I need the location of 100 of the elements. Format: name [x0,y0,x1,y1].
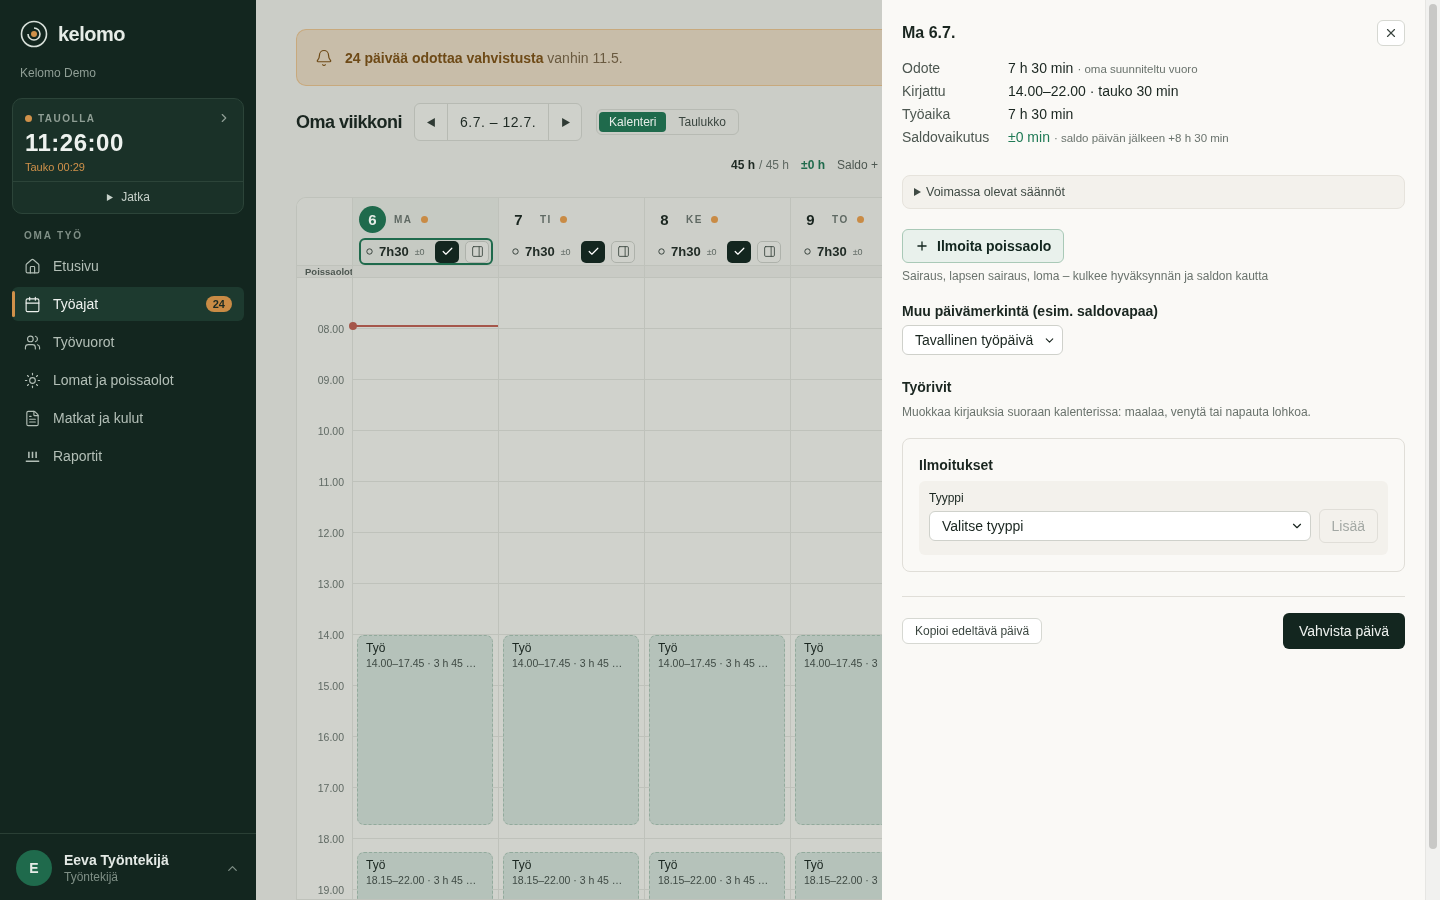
info-value: 7 h 30 min [1008,60,1074,76]
confirm-day-button[interactable] [727,240,751,263]
user-role: Työntekijä [64,870,120,884]
caret-icon [913,188,921,196]
status-dot [710,215,718,223]
weekday-label: TO [832,213,849,225]
work-block[interactable]: Työ 18.15–22.00 · 3 [795,852,882,899]
status-dot [856,215,864,223]
block-title: Työ [366,858,387,872]
logo-icon [20,20,48,48]
report-absence-button[interactable]: Ilmoita poissaolo [902,229,1065,263]
block-title: Työ [804,641,825,655]
open-panel-button[interactable] [757,240,781,263]
day-number: 7 [513,209,524,230]
info-value: 7 h 30 min [1008,106,1074,122]
block-detail: 18.15–22.00 · 3 h 45 … [366,874,478,886]
type-label: Tyyppi [929,491,965,505]
confirm-day-button[interactable] [581,240,605,263]
work-block[interactable]: Työ 14.00–17.45 · 3 [795,635,882,825]
day-mark-label: Muu päivämerkintä (esim. saldovapaa) [902,303,1159,319]
circle-icon [512,248,519,255]
hour-label: 12.00 [316,525,345,541]
work-block[interactable]: Työ 14.00–17.45 · 3 h 45 … [503,635,639,825]
hours-done: 45 h [731,158,755,172]
week-range: 6.7. – 12.7. [447,104,550,140]
day-balance: ±0 [560,246,572,257]
copy-previous-day-button[interactable]: Kopioi edeltävä päivä [902,618,1043,644]
panel-icon [616,245,630,258]
status-dot [25,114,32,122]
block-detail: 14.00–17.45 · 3 h 45 … [658,657,770,669]
block-title: Työ [658,858,679,872]
block-title: Työ [512,858,533,872]
circle-icon [804,248,811,255]
people-icon [24,333,41,351]
day-balance: ±0 [414,246,426,257]
nav-item[interactable]: Lomat ja poissaolot [12,363,244,397]
work-block[interactable]: Työ 18.15–22.00 · 3 h 45 … [649,852,785,899]
nav-item[interactable]: Matkat ja kulut [12,401,244,435]
timer-status: TAUOLLA [38,112,97,124]
weekday-label: TI [540,213,552,225]
scrollbar[interactable] [1425,0,1440,900]
absence-hint: Sairaus, lapsen sairaus, loma – kulkee hyväksynnän ja saldon kautta [902,269,1270,283]
hour-label: 10.00 [316,423,345,439]
section-heading: OMA TYÖ [23,228,84,243]
weekday-label: KE [686,213,703,225]
status-dot [559,215,567,223]
info-label: Työaika [902,106,952,122]
balance-label: Saldo + [837,158,879,172]
plus-icon [915,239,929,253]
type-select[interactable]: Valitse tyyppi [929,511,1311,541]
work-block[interactable]: Työ 14.00–17.45 · 3 h 45 … [357,635,493,825]
info-label: Saldovaikutus [902,129,991,145]
close-icon [1384,26,1398,40]
hour-label: 17.00 [316,780,345,796]
confirm-day-button[interactable] [435,240,459,263]
day-balance: ±0 [706,246,718,257]
work-rows-title: Työrivit [902,379,953,395]
hour-label: 19.00 [316,882,345,898]
block-detail: 18.15–22.00 · 3 [804,874,879,886]
calendar-icon [24,295,41,313]
work-block[interactable]: Työ 18.15–22.00 · 3 h 45 … [357,852,493,899]
block-title: Työ [804,858,825,872]
bar-chart-icon [25,450,40,462]
circle-icon [366,248,373,255]
block-detail: 14.00–17.45 · 3 h 45 … [366,657,478,669]
work-block[interactable]: Työ 18.15–22.00 · 3 h 45 … [503,852,639,899]
nav-item[interactable]: Työajat 24 [12,287,244,321]
nav-item[interactable]: Työvuorot [12,325,244,359]
right-triangle-icon [560,117,570,127]
document-icon [24,409,41,427]
info-value: 14.00–22.00 · tauko 30 min [1008,83,1179,99]
check-icon [732,245,746,258]
nav-item[interactable]: Raportit [12,439,244,473]
close-button[interactable] [1377,20,1405,46]
day-header[interactable]: 6 MA 7h30 ±0 [352,198,498,265]
resume-button[interactable]: Jatka [13,181,243,213]
info-label: Kirjattu [902,83,947,99]
hour-label: 13.00 [316,576,345,592]
view-tab[interactable]: Taulukko [668,112,736,132]
nav-item[interactable]: Etusivu [12,249,244,283]
panel-icon [762,245,776,258]
info-note: · saldo päivän jälkeen +8 h 30 min [1053,132,1229,144]
block-title: Työ [512,641,533,655]
check-icon [586,245,600,258]
day-type-select[interactable]: Tavallinen työpäivä [902,325,1064,355]
day-hours: 7h30 [671,244,701,259]
rules-disclosure[interactable]: Voimassa olevat säännöt [902,175,1405,209]
confirm-day-button[interactable]: Vahvista päivä [1283,613,1405,649]
panel-icon [470,245,484,258]
open-panel-button[interactable] [465,240,489,263]
work-block[interactable]: Työ 14.00–17.45 · 3 h 45 … [649,635,785,825]
hour-label: 08.00 [316,321,345,337]
circle-icon [658,248,665,255]
hour-label: 16.00 [316,729,345,745]
user-avatar: E [16,850,52,886]
view-tab[interactable]: Kalenteri [599,112,667,132]
organization-name: Kelomo Demo [19,65,98,80]
open-panel-button[interactable] [611,240,635,263]
hours-target: / 45 h [759,158,790,172]
hours-difference: ±0 h [801,158,825,172]
